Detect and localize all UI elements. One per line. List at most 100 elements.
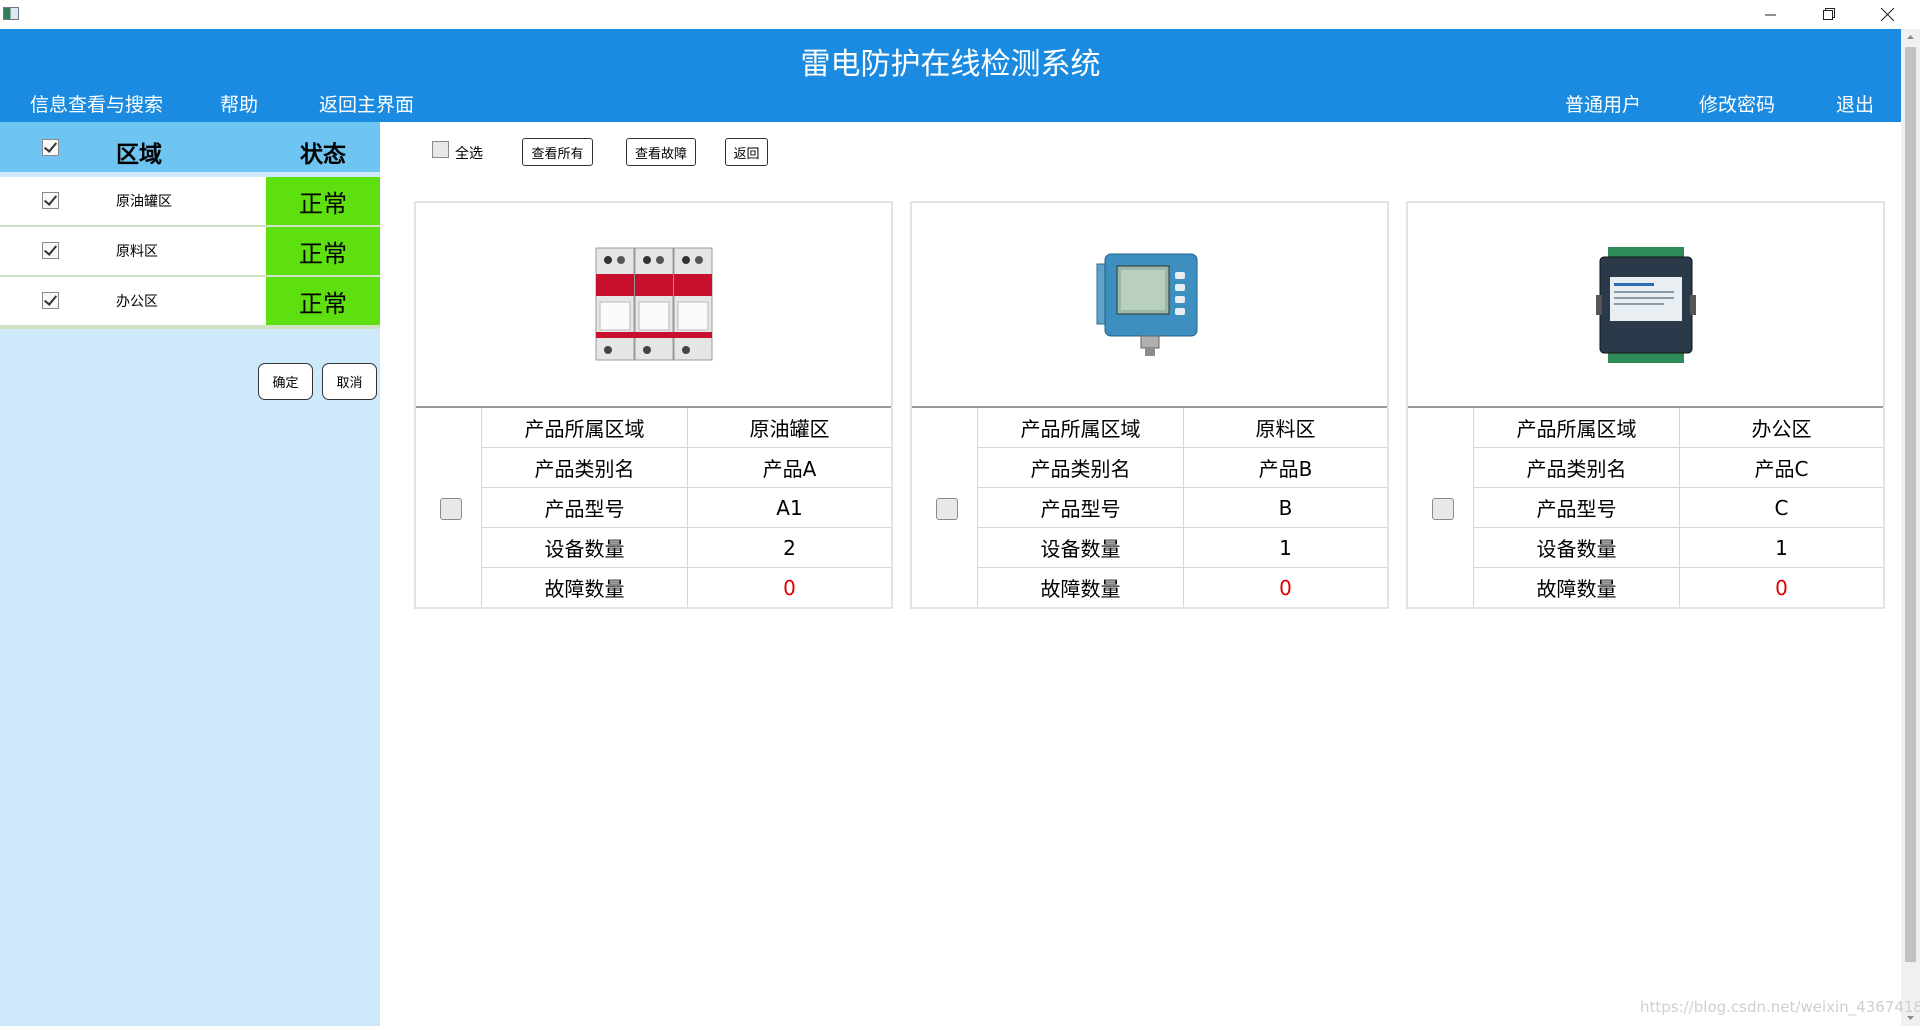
view-faults-button[interactable]: 查看故障: [626, 138, 696, 166]
card-select-cell: [1408, 408, 1474, 607]
fault-count-value: 0: [1775, 575, 1788, 600]
status-badge: 正常: [266, 277, 380, 325]
status-badge: 正常: [266, 177, 380, 225]
field-value: 产品A: [762, 457, 817, 481]
fault-count-value: 0: [783, 575, 796, 600]
cancel-button[interactable]: 取消: [322, 363, 377, 400]
fault-count-value: 0: [1279, 575, 1292, 600]
field-label: 产品类别名: [1474, 448, 1680, 487]
product-info-table: 产品所属区域 原油罐区 产品类别名 产品A 产品型号 A1 设备数量 2 故障数量 0: [416, 408, 891, 607]
field-label: 产品类别名: [978, 448, 1184, 487]
restore-icon: [1822, 8, 1835, 20]
vertical-scrollbar[interactable]: [1901, 29, 1920, 1026]
close-icon: [1880, 8, 1894, 21]
table-row: 产品所属区域 原油罐区: [482, 408, 891, 448]
back-button[interactable]: 返回: [725, 138, 768, 166]
region-table-header: 区域 状态: [0, 122, 380, 172]
table-row: 产品类别名 产品B: [978, 448, 1387, 488]
select-all-regions-checkbox[interactable]: [42, 139, 59, 156]
surge-protector-image: [595, 247, 712, 360]
field-value: 1: [1775, 535, 1788, 560]
field-value: 原油罐区: [749, 417, 830, 441]
field-value: C: [1774, 495, 1789, 520]
region-column-header: 区域: [116, 142, 162, 168]
field-value: 产品C: [1754, 457, 1809, 481]
region-checkbox[interactable]: [42, 292, 59, 309]
app-window-icon: [3, 7, 19, 20]
region-checkbox[interactable]: [42, 242, 59, 259]
field-value: B: [1278, 495, 1293, 520]
field-label: 产品所属区域: [1474, 408, 1680, 447]
region-sidebar: 区域 状态 原油罐区 正常 原料区 正常 办公区 正常 确定 取消: [0, 122, 380, 1026]
table-row: 故障数量 0: [482, 568, 891, 608]
field-value: 原料区: [1255, 417, 1316, 441]
table-row: 产品型号 C: [1474, 488, 1883, 528]
field-label: 故障数量: [1474, 568, 1680, 607]
scroll-up-arrow-icon[interactable]: [1901, 29, 1920, 46]
app-title: 雷电防护在线检测系统: [800, 47, 1101, 82]
table-row: 产品型号 A1: [482, 488, 891, 528]
restore-button[interactable]: [1806, 0, 1852, 29]
view-all-button[interactable]: 查看所有: [522, 138, 593, 166]
minimize-button[interactable]: [1748, 0, 1794, 29]
field-label: 故障数量: [482, 568, 688, 607]
field-label: 产品型号: [978, 488, 1184, 527]
field-label: 设备数量: [978, 528, 1184, 567]
table-row: 产品所属区域 原料区: [978, 408, 1387, 448]
field-value: 1: [1279, 535, 1292, 560]
product-card: 产品所属区域 原油罐区 产品类别名 产品A 产品型号 A1 设备数量 2 故障数量 0: [414, 201, 893, 609]
field-label: 故障数量: [978, 568, 1184, 607]
product-card: 产品所属区域 原料区 产品类别名 产品B 产品型号 B 设备数量 1 故障数量 0: [910, 201, 1389, 609]
close-button[interactable]: [1864, 0, 1910, 29]
status-badge: 正常: [266, 227, 380, 275]
confirm-button[interactable]: 确定: [258, 363, 313, 400]
table-row: 产品类别名 产品A: [482, 448, 891, 488]
region-row[interactable]: 办公区 正常: [0, 277, 380, 329]
region-name: 原油罐区: [116, 194, 172, 210]
product-image-area: [416, 203, 891, 406]
table-row: 产品类别名 产品C: [1474, 448, 1883, 488]
select-all-label: 全选: [455, 146, 483, 162]
product-image-area: [912, 203, 1387, 406]
field-label: 产品型号: [482, 488, 688, 527]
table-row: 故障数量 0: [1474, 568, 1883, 608]
region-name: 原料区: [116, 244, 158, 260]
select-all-checkbox[interactable]: [432, 141, 449, 158]
product-image-area: [1408, 203, 1883, 406]
table-row: 设备数量 1: [1474, 528, 1883, 568]
card-select-checkbox[interactable]: [440, 498, 462, 520]
field-value: 2: [783, 535, 796, 560]
nav-info-search[interactable]: 信息查看与搜索: [30, 90, 163, 117]
region-checkbox[interactable]: [42, 192, 59, 209]
product-info-table: 产品所属区域 办公区 产品类别名 产品C 产品型号 C 设备数量 1 故障数量 0: [1408, 408, 1883, 607]
card-select-cell: [912, 408, 978, 607]
app-header: 雷电防护在线检测系统 信息查看与搜索 帮助 返回主界面 普通用户 修改密码 退出: [0, 29, 1901, 122]
field-label: 产品型号: [1474, 488, 1680, 527]
watermark: https://blog.csdn.net/weixin_43674185: [1640, 998, 1920, 1016]
region-row[interactable]: 原料区 正常: [0, 227, 380, 279]
region-name: 办公区: [116, 294, 158, 310]
nav-user-role[interactable]: 普通用户: [1565, 90, 1641, 117]
field-value: A1: [776, 495, 803, 520]
region-row[interactable]: 原油罐区 正常: [0, 177, 380, 229]
window-titlebar: [0, 0, 1920, 29]
table-row: 产品型号 B: [978, 488, 1387, 528]
card-select-checkbox[interactable]: [1432, 498, 1454, 520]
table-row: 设备数量 1: [978, 528, 1387, 568]
lightning-counter-device-image: [1096, 253, 1197, 356]
field-label: 产品类别名: [482, 448, 688, 487]
nav-help[interactable]: 帮助: [220, 90, 258, 117]
nav-change-password[interactable]: 修改密码: [1699, 90, 1775, 117]
field-label: 设备数量: [1474, 528, 1680, 567]
card-select-cell: [416, 408, 482, 607]
field-label: 设备数量: [482, 528, 688, 567]
field-label: 产品所属区域: [482, 408, 688, 447]
field-label: 产品所属区域: [978, 408, 1184, 447]
card-select-checkbox[interactable]: [936, 498, 958, 520]
field-value: 办公区: [1751, 417, 1812, 441]
scrollbar-thumb[interactable]: [1905, 47, 1916, 962]
nav-back-to-main[interactable]: 返回主界面: [319, 90, 414, 117]
product-card: 产品所属区域 办公区 产品类别名 产品C 产品型号 C 设备数量 1 故障数量 0: [1406, 201, 1885, 609]
nav-logout[interactable]: 退出: [1836, 90, 1874, 117]
field-value: 产品B: [1258, 457, 1313, 481]
